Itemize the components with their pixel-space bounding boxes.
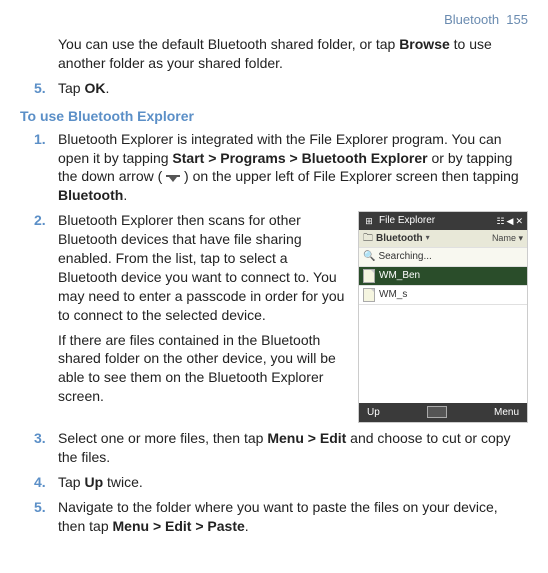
text: Select one or more files, then tap [58,430,267,446]
step-2-text-column: Bluetooth Explorer then scans for other … [58,211,346,423]
fig-titlebar: ⊞ File Explorer ☷ ◀ ✕ [359,212,527,230]
step-body: Bluetooth Explorer is integrated with th… [58,130,528,206]
step-body: Select one or more files, then tap Menu … [58,429,528,467]
text: . [245,518,249,534]
ok-bold: OK [84,80,105,96]
fig-bottombar: Up Menu [359,403,527,423]
step-number: 5. [34,498,58,536]
chevron-down-icon: ▾ [518,233,523,243]
step-3: 3. Select one or more files, then tap Me… [34,429,528,467]
down-arrow-icon [166,173,180,183]
step-number: 3. [34,429,58,467]
text: . [105,80,109,96]
step-5: 5. Navigate to the folder where you want… [34,498,528,536]
step-body: Tap Up twice. [58,473,528,492]
fig-title: File Explorer [379,214,435,228]
text: Name [492,233,516,243]
text: Tap [58,474,84,490]
step-4: 4. Tap Up twice. [34,473,528,492]
fig-item-selected-label: WM_Ben [379,269,420,283]
text: You can use the default Bluetooth shared… [58,36,399,52]
step-number: 5. [34,79,58,98]
fig-up-button: Up [367,406,380,420]
step-2-para-2: If there are files contained in the Blue… [58,331,346,407]
file-explorer-screenshot: ⊞ File Explorer ☷ ◀ ✕ 🗀 Bluetooth ▾ Name… [358,211,528,423]
step-body: Tap OK. [58,79,528,98]
fig-sort-label: Name ▾ [492,232,523,244]
section-title: To use Bluetooth Explorer [20,108,528,124]
step-body: Navigate to the folder where you want to… [58,498,528,536]
start-icon: ⊞ [363,215,375,227]
fig-searching: Searching... [378,250,431,264]
intro-paragraph: You can use the default Bluetooth shared… [58,35,528,73]
fig-empty-body [359,305,527,403]
step-2: 2. Bluetooth Explorer then scans for oth… [34,211,528,423]
search-icon: 🔍 [363,250,375,264]
fig-breadcrumb-row: 🗀 Bluetooth ▾ Name ▾ [359,230,527,249]
document-page: Bluetooth 155 You can use the default Bl… [0,0,548,562]
chevron-down-icon: ▾ [426,233,430,244]
text: twice. [103,474,143,490]
menu-edit-bold: Menu > Edit [267,430,346,446]
fig-breadcrumb: Bluetooth [376,232,423,246]
text: Tap [58,80,84,96]
signal-icon: ☷ [496,215,504,227]
document-icon [363,288,375,302]
header-page-number: 155 [506,12,528,27]
text: ) on the upper left of File Explorer scr… [180,168,519,184]
keyboard-icon [427,406,447,418]
folder-icon: 🗀 [363,232,373,246]
browse-bold: Browse [399,36,450,52]
fig-item-label: WM_s [379,288,407,302]
volume-icon: ◀ [507,215,514,227]
menu-edit-paste-bold: Menu > Edit > Paste [113,518,245,534]
fig-menu-button: Menu [494,406,519,420]
intro-step-5: 5. Tap OK. [34,79,528,98]
fig-item: WM_s [359,286,527,305]
header-section: Bluetooth [444,12,499,27]
document-icon [363,269,375,283]
bluetooth-bold: Bluetooth [58,187,123,203]
close-icon: ✕ [515,215,523,227]
step-number: 1. [34,130,58,206]
step-number: 4. [34,473,58,492]
up-bold: Up [84,474,103,490]
status-icons: ☷ ◀ ✕ [496,215,523,227]
step-number: 2. [34,211,58,423]
text: . [123,187,127,203]
step-2-para-1: Bluetooth Explorer then scans for other … [58,211,346,324]
page-header: Bluetooth 155 [20,12,528,27]
path-bold: Start > Programs > Bluetooth Explorer [172,150,427,166]
step-body: Bluetooth Explorer then scans for other … [58,211,528,423]
fig-searching-row: 🔍 Searching... [359,248,527,267]
fig-item-selected: WM_Ben [359,267,527,286]
step-1: 1. Bluetooth Explorer is integrated with… [34,130,528,206]
